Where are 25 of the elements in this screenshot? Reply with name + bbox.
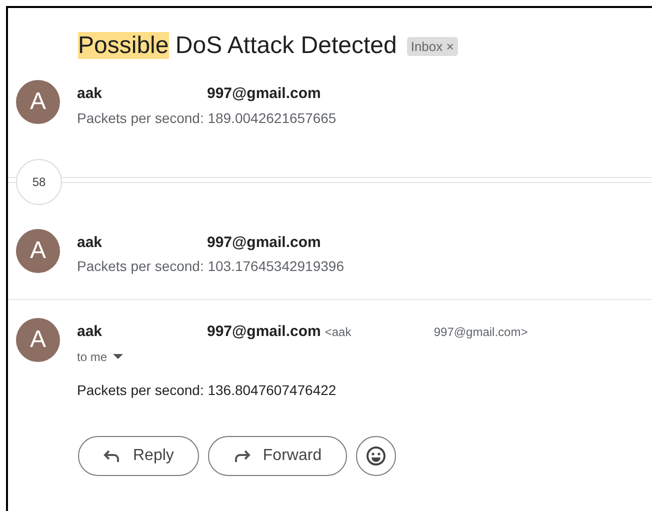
message-snippet: Packets per second: 189.0042621657665 (77, 108, 336, 128)
sender-name: aak (77, 322, 104, 342)
message-body: Packets per second: 136.8047607476422 (77, 380, 338, 400)
reply-arrow-icon (103, 448, 121, 462)
inbox-label[interactable]: Inbox × (406, 36, 458, 56)
sender-address: <aak (324, 324, 352, 341)
hidden-messages-count[interactable]: 58 (16, 158, 62, 204)
sender-email: 997@gmail.com (207, 322, 321, 342)
forward-arrow-icon (232, 448, 251, 462)
avatar: A (16, 228, 60, 272)
smiley-icon (366, 446, 386, 466)
sender-email: 997@gmail.com (207, 232, 321, 252)
forward-button[interactable]: Forward (208, 436, 347, 476)
reply-button[interactable]: Reply (78, 436, 199, 476)
recipient-text: to me (77, 348, 108, 366)
avatar: A (16, 80, 60, 124)
caret-icon[interactable] (113, 354, 124, 359)
sender-name: aak (77, 84, 104, 104)
avatar: A (16, 318, 60, 362)
emoji-button[interactable] (356, 436, 396, 476)
sender-name: aak (77, 232, 104, 252)
sender-email: 997@gmail.com (207, 84, 321, 104)
sender-address: 997@gmail.com> (434, 324, 528, 341)
subject-title: Possible DoS Attack Detected (78, 31, 397, 61)
message-snippet: Packets per second: 103.17645342919396 (77, 257, 344, 276)
